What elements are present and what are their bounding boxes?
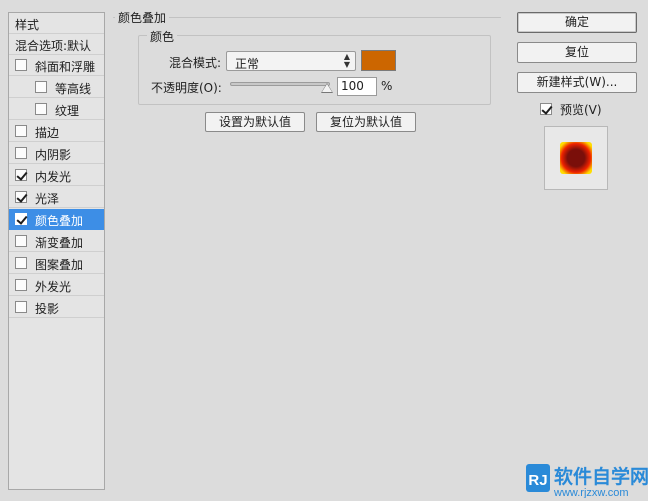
- ok-button[interactable]: 确定: [517, 12, 637, 33]
- style-item[interactable]: 投影: [9, 297, 104, 318]
- style-item-label: 光泽: [35, 192, 60, 206]
- style-item[interactable]: 内发光: [9, 165, 104, 186]
- style-item[interactable]: 斜面和浮雕: [9, 55, 104, 76]
- watermark-url: www.rjzxw.com: [553, 487, 629, 498]
- blend-mode-select[interactable]: 正常 ▲ ▼: [226, 51, 356, 71]
- opacity-slider-thumb[interactable]: [322, 84, 332, 92]
- style-item-checkbox[interactable]: [15, 125, 27, 137]
- opacity-slider-track[interactable]: [230, 82, 330, 86]
- style-item-label: 外发光: [35, 280, 72, 294]
- style-item-checkbox[interactable]: [15, 191, 27, 203]
- style-item-label: 渐变叠加: [35, 236, 84, 250]
- style-item[interactable]: 光泽: [9, 187, 104, 208]
- style-item-label: 内发光: [35, 170, 72, 184]
- preview-swatch-icon: [560, 142, 592, 174]
- style-item-label: 描边: [35, 126, 60, 140]
- select-arrows-icon: ▲ ▼: [343, 52, 350, 69]
- style-item[interactable]: 外发光: [9, 275, 104, 296]
- watermark-site-name: 软件自学网: [554, 465, 648, 488]
- color-overlay-top-rule: [113, 17, 501, 18]
- style-item-label: 纹理: [55, 104, 80, 118]
- style-item[interactable]: 颜色叠加: [9, 209, 104, 230]
- blend-mode-label: 混合模式:: [169, 56, 222, 70]
- opacity-input[interactable]: 100: [337, 77, 377, 96]
- style-item[interactable]: 渐变叠加: [9, 231, 104, 252]
- style-preview-thumbnail: [544, 126, 608, 190]
- opacity-unit: %: [381, 79, 393, 93]
- style-item-checkbox[interactable]: [15, 169, 27, 181]
- blending-options-item[interactable]: 混合选项:默认: [9, 34, 104, 55]
- style-item-label: 等高线: [55, 82, 92, 96]
- style-item-label: 斜面和浮雕: [35, 60, 96, 74]
- style-item-checkbox[interactable]: [15, 279, 27, 291]
- style-item[interactable]: 内阴影: [9, 143, 104, 164]
- styles-header: 样式: [9, 13, 104, 34]
- style-item-label: 内阴影: [35, 148, 72, 162]
- style-item[interactable]: 等高线: [9, 77, 104, 98]
- style-item-checkbox[interactable]: [15, 59, 27, 71]
- style-item-checkbox[interactable]: [15, 235, 27, 247]
- color-overlay-title: 颜色叠加: [115, 9, 170, 26]
- color-group-title: 颜色: [147, 28, 178, 45]
- style-item-checkbox[interactable]: [15, 213, 27, 225]
- style-item-checkbox[interactable]: [35, 103, 47, 115]
- style-item-checkbox[interactable]: [15, 257, 27, 269]
- blend-mode-value: 正常: [235, 57, 260, 71]
- overlay-color-swatch[interactable]: [361, 50, 396, 71]
- new-style-button[interactable]: 新建样式(W)...: [517, 72, 637, 93]
- watermark-logo-text: RJ: [528, 472, 547, 489]
- site-watermark: RJ 软件自学网 www.rjzxw.com: [524, 456, 648, 499]
- style-item[interactable]: 描边: [9, 121, 104, 142]
- style-item-checkbox[interactable]: [15, 147, 27, 159]
- set-default-button[interactable]: 设置为默认值: [205, 112, 305, 132]
- style-item-checkbox[interactable]: [35, 81, 47, 93]
- style-item[interactable]: 纹理: [9, 99, 104, 120]
- styles-header-label: 样式: [15, 18, 40, 32]
- preview-label: 预览(V): [560, 103, 602, 117]
- reset-button[interactable]: 复位: [517, 42, 637, 63]
- reset-default-button[interactable]: 复位为默认值: [316, 112, 416, 132]
- style-item-label: 颜色叠加: [35, 214, 84, 228]
- style-item-checkbox[interactable]: [15, 301, 27, 313]
- opacity-label: 不透明度(O):: [151, 81, 222, 95]
- style-item-label: 投影: [35, 302, 60, 316]
- preview-checkbox[interactable]: [540, 103, 552, 115]
- styles-list-panel: 样式 混合选项:默认 斜面和浮雕等高线纹理描边内阴影内发光光泽颜色叠加渐变叠加图…: [8, 12, 105, 490]
- blending-options-label: 混合选项:默认: [15, 39, 92, 53]
- style-item-label: 图案叠加: [35, 258, 84, 272]
- style-item[interactable]: 图案叠加: [9, 253, 104, 274]
